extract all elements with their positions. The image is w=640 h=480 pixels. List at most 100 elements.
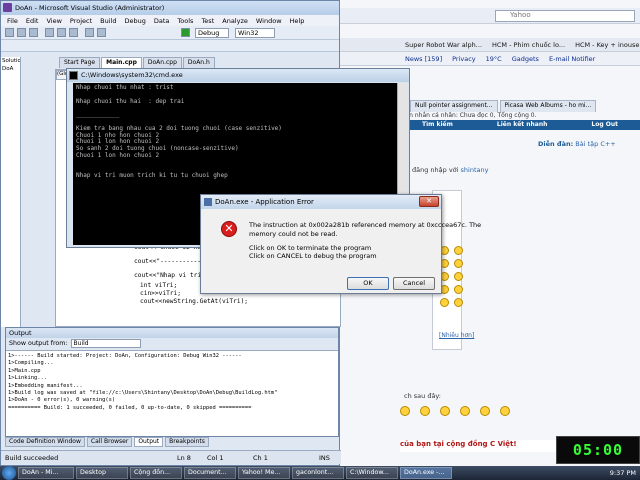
tab-doan-cpp[interactable]: DoAn.cpp xyxy=(142,57,182,68)
forum-nav-item[interactable]: Liên kết nhanh xyxy=(497,120,547,130)
new-file-icon[interactable] xyxy=(5,28,14,37)
menu-edit[interactable]: Edit xyxy=(22,17,43,25)
clock-time: 05:00 xyxy=(572,441,624,459)
taskbar-item[interactable]: Document... xyxy=(184,467,236,479)
close-icon[interactable]: ✕ xyxy=(419,196,439,207)
dialog-message-line: Click on OK to terminate the program xyxy=(249,244,372,252)
vs-status-bar: Build succeeded Ln 8 Col 1 Ch 1 INS xyxy=(1,450,341,464)
taskbar-item[interactable]: DoAn - Mi... xyxy=(18,467,74,479)
tab-doan-h[interactable]: DoAn.h xyxy=(182,57,215,68)
smiley-icon[interactable] xyxy=(460,406,470,416)
toolbar-item[interactable]: Super Robot War alph... xyxy=(400,41,487,49)
bookmark-item[interactable]: E-mail Notifier xyxy=(544,55,600,63)
smiley-icon[interactable] xyxy=(440,298,449,307)
menu-debug[interactable]: Debug xyxy=(121,17,150,25)
console-line: Chuoi 1 lon hon chuoi 2 xyxy=(76,151,160,159)
dialog-message-line: Click on CANCEL to debug the program xyxy=(249,252,377,260)
menu-help[interactable]: Help xyxy=(286,17,309,25)
menu-project[interactable]: Project xyxy=(66,17,96,25)
smiley-icon[interactable] xyxy=(454,285,463,294)
menu-file[interactable]: File xyxy=(3,17,22,25)
output-source-select[interactable]: Build xyxy=(70,339,141,348)
configuration-select[interactable]: Debug xyxy=(195,28,229,38)
forum-nav-item[interactable]: Log Out xyxy=(591,120,618,130)
forum-pm-note: Tin nhắn cá nhân: Chưa đọc 0, Tổng cộng … xyxy=(404,112,537,119)
dialog-message-line: memory could not be read. xyxy=(249,230,338,238)
smiley-icon[interactable] xyxy=(420,406,430,416)
copy-icon[interactable] xyxy=(57,28,66,37)
menu-data[interactable]: Data xyxy=(150,17,174,25)
menu-view[interactable]: View xyxy=(42,17,65,25)
output-pane: Output Show output from: Build 1>------ … xyxy=(5,327,339,437)
save-icon[interactable] xyxy=(29,28,38,37)
smiley-icon[interactable] xyxy=(454,298,463,307)
taskbar-item[interactable]: DoAn.exe -... xyxy=(400,467,452,479)
tab-code-definition[interactable]: Code Definition Window xyxy=(5,437,85,447)
redo-icon[interactable] xyxy=(97,28,106,37)
breadcrumb-label: Diễn đàn: xyxy=(538,140,574,148)
output-line: 1>DoAn - 0 error(s), 0 warning(s) xyxy=(8,397,116,404)
cancel-button[interactable]: Cancel xyxy=(393,277,435,290)
smiley-icon[interactable] xyxy=(500,406,510,416)
taskbar-item[interactable]: gaconlont... xyxy=(292,467,344,479)
menu-analyze[interactable]: Analyze xyxy=(218,17,252,25)
tab-call-browser[interactable]: Call Browser xyxy=(86,437,133,447)
smiley-icon[interactable] xyxy=(454,246,463,255)
bookmark-item[interactable]: 19°C xyxy=(481,55,507,63)
output-text[interactable]: 1>------ Build started: Project: DoAn, C… xyxy=(6,350,338,436)
solution-item[interactable]: Solution xyxy=(1,57,20,65)
smiley-icon[interactable] xyxy=(454,272,463,281)
status-line: Ln 8 xyxy=(177,453,191,462)
solution-item[interactable]: DoA xyxy=(1,65,20,73)
taskbar-item[interactable]: Cộng đồn... xyxy=(130,467,182,479)
taskbar-item[interactable]: Desktop xyxy=(76,467,128,479)
code-line: int viTri; xyxy=(140,282,178,289)
output-line: 1>Linking... xyxy=(8,375,47,382)
cut-icon[interactable] xyxy=(45,28,54,37)
dialog-title: DoAn.exe - Application Error xyxy=(215,198,314,206)
smiley-icon[interactable] xyxy=(454,259,463,268)
browser-tab[interactable]: Null pointer assignment... xyxy=(410,100,498,112)
browser-search-input[interactable]: Yahoo xyxy=(495,10,635,22)
menu-tools[interactable]: Tools xyxy=(173,17,197,25)
tab-main-cpp[interactable]: Main.cpp xyxy=(101,57,142,68)
login-text: đăng nhập với xyxy=(412,166,459,174)
more-smilies-link[interactable]: [Nhiều hơn] xyxy=(439,332,474,339)
reply-hint: ch sau đây: xyxy=(404,392,441,400)
menu-build[interactable]: Build xyxy=(96,17,120,25)
vs-title-bar: DoAn - Microsoft Visual Studio (Administ… xyxy=(1,1,339,15)
browser-tab[interactable]: Picasa Web Albums - ho mi... xyxy=(499,100,597,112)
taskbar-item[interactable]: Yahoo! Me... xyxy=(238,467,290,479)
bookmark-item[interactable]: Gadgets xyxy=(507,55,544,63)
menu-test[interactable]: Test xyxy=(197,17,218,25)
document-tabs: Start Page Main.cpp DoAn.cpp DoAn.h xyxy=(59,57,215,68)
bookmark-item[interactable]: News [159] xyxy=(400,55,447,63)
forum-nav-item[interactable]: Tìm kiếm xyxy=(422,120,453,130)
taskbar: DoAn - Mi... Desktop Cộng đồn... Documen… xyxy=(0,466,640,480)
ok-button[interactable]: OK xyxy=(347,277,389,290)
open-icon[interactable] xyxy=(17,28,26,37)
tab-breakpoints[interactable]: Breakpoints xyxy=(165,437,209,447)
login-user-link[interactable]: shintany xyxy=(461,166,489,174)
tab-start-page[interactable]: Start Page xyxy=(59,57,101,68)
bookmark-item[interactable]: Privacy xyxy=(447,55,481,63)
taskbar-item[interactable]: C:\Window... xyxy=(346,467,398,479)
output-line: 1>Compiling... xyxy=(8,360,54,367)
smiley-icon[interactable] xyxy=(440,406,450,416)
toolbar-item[interactable]: HCM - Phim chuốc lo... xyxy=(487,41,570,49)
paste-icon[interactable] xyxy=(69,28,78,37)
start-button[interactable] xyxy=(2,466,16,480)
smiley-icon[interactable] xyxy=(400,406,410,416)
breadcrumb-link[interactable]: Bài tập C++ xyxy=(575,140,615,148)
tab-output[interactable]: Output xyxy=(134,437,164,447)
vs-secondary-toolbar xyxy=(1,40,339,52)
start-debug-icon[interactable] xyxy=(181,28,190,37)
smiley-icon[interactable] xyxy=(480,406,490,416)
platform-select[interactable]: Win32 xyxy=(235,28,275,38)
dialog-title-bar: DoAn.exe - Application Error ✕ xyxy=(201,195,441,209)
menu-window[interactable]: Window xyxy=(252,17,286,25)
undo-icon[interactable] xyxy=(85,28,94,37)
dialog-app-icon xyxy=(204,198,212,206)
tray-clock[interactable]: 9:37 PM xyxy=(610,469,636,477)
toolbar-item[interactable]: HCM - Key + inouse k... xyxy=(570,41,640,49)
